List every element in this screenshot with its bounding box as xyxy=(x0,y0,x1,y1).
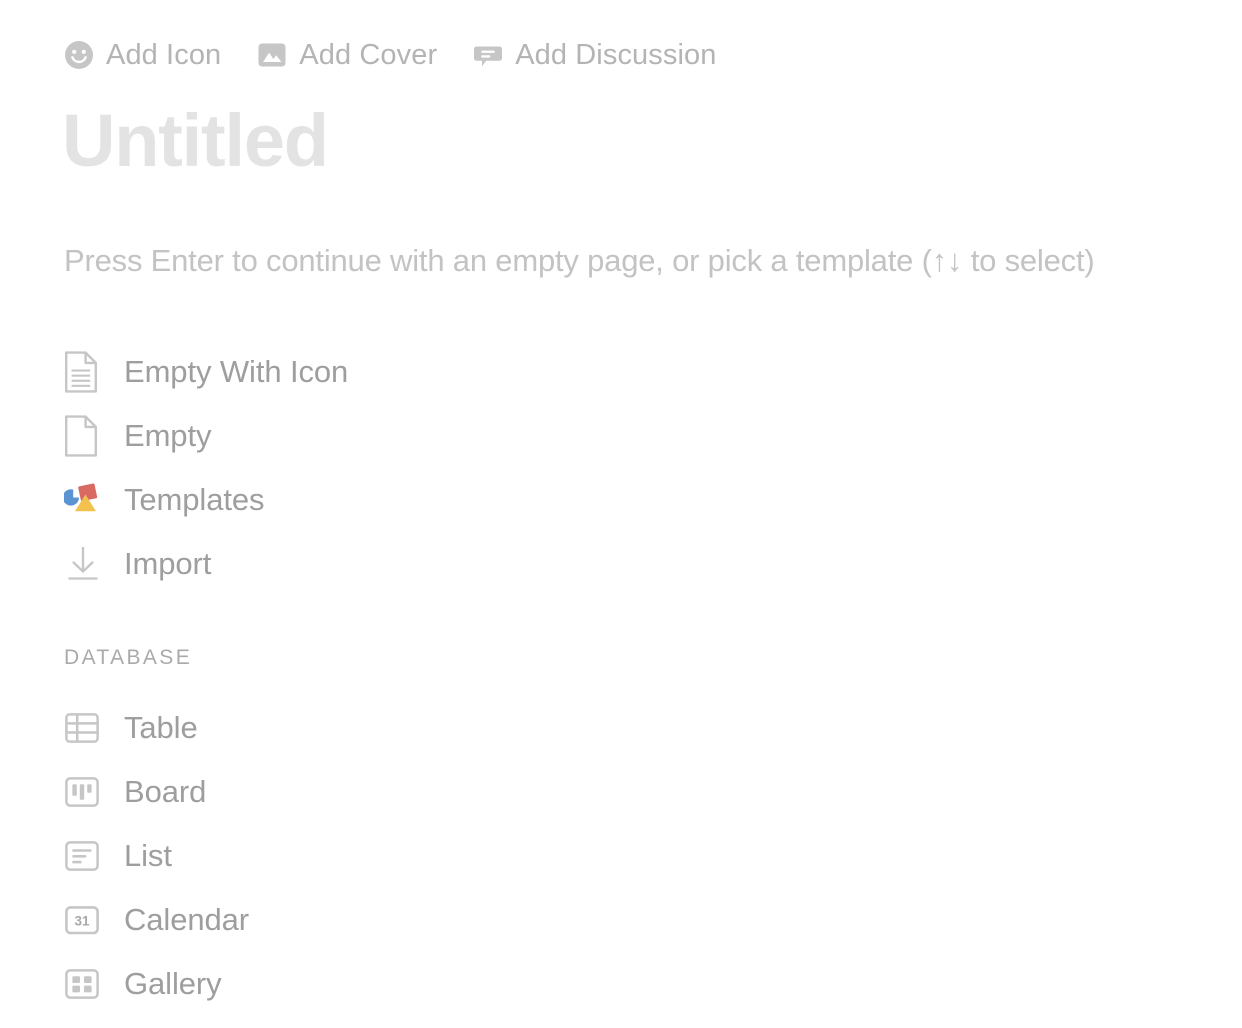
add-discussion-label: Add Discussion xyxy=(515,39,717,71)
template-option-label: Import xyxy=(124,546,212,581)
add-cover-button[interactable]: Add Cover xyxy=(257,38,437,72)
add-icon-label: Add Icon xyxy=(106,39,222,71)
download-arrow-icon xyxy=(64,542,102,586)
template-hint-text: Press Enter to continue with an empty pa… xyxy=(64,243,1095,278)
add-cover-label: Add Cover xyxy=(299,39,438,71)
add-discussion-button[interactable]: Add Discussion xyxy=(473,38,716,72)
database-option-label: List xyxy=(124,838,172,873)
image-icon xyxy=(257,40,287,70)
template-option-label: Templates xyxy=(124,482,265,517)
database-option-label: Board xyxy=(124,774,207,809)
database-option-label: Gallery xyxy=(124,966,222,1001)
calendar-day-number: 31 xyxy=(74,913,90,928)
template-option-empty[interactable]: Empty xyxy=(64,404,864,468)
calendar-31-icon: 31 xyxy=(64,898,102,942)
database-option-calendar[interactable]: 31 Calendar xyxy=(64,888,864,952)
template-option-import[interactable]: Import xyxy=(64,532,864,596)
page-actions-bar: Add Icon Add Cover Add Discussion xyxy=(64,36,716,74)
add-icon-button[interactable]: Add Icon xyxy=(64,38,221,72)
new-page-template-picker: Add Icon Add Cover Add Discussion Untitl… xyxy=(0,0,1242,1028)
templates-shapes-icon xyxy=(64,478,102,522)
database-options-list: Table Board List 31 Calendar Gallery xyxy=(64,696,864,1016)
table-grid-icon xyxy=(64,706,102,750)
template-option-label: Empty xyxy=(124,418,212,453)
database-option-board[interactable]: Board xyxy=(64,760,864,824)
template-option-empty-with-icon[interactable]: Empty With Icon xyxy=(64,340,864,404)
smiley-icon xyxy=(64,40,94,70)
page-title-input[interactable]: Untitled xyxy=(62,96,329,186)
database-option-label: Calendar xyxy=(124,902,250,937)
gallery-grid-icon xyxy=(64,962,102,1006)
document-blank-icon xyxy=(64,414,102,458)
database-option-label: Table xyxy=(124,710,198,745)
list-lines-icon xyxy=(64,834,102,878)
board-columns-icon xyxy=(64,770,102,814)
database-section-heading: Database xyxy=(64,646,193,669)
database-option-table[interactable]: Table xyxy=(64,696,864,760)
comment-icon xyxy=(473,40,503,70)
document-lines-icon xyxy=(64,350,102,394)
template-option-templates[interactable]: Templates xyxy=(64,468,864,532)
template-options-list: Empty With Icon Empty Templates Import xyxy=(64,340,864,596)
database-option-list[interactable]: List xyxy=(64,824,864,888)
template-option-label: Empty With Icon xyxy=(124,354,349,389)
database-option-gallery[interactable]: Gallery xyxy=(64,952,864,1016)
